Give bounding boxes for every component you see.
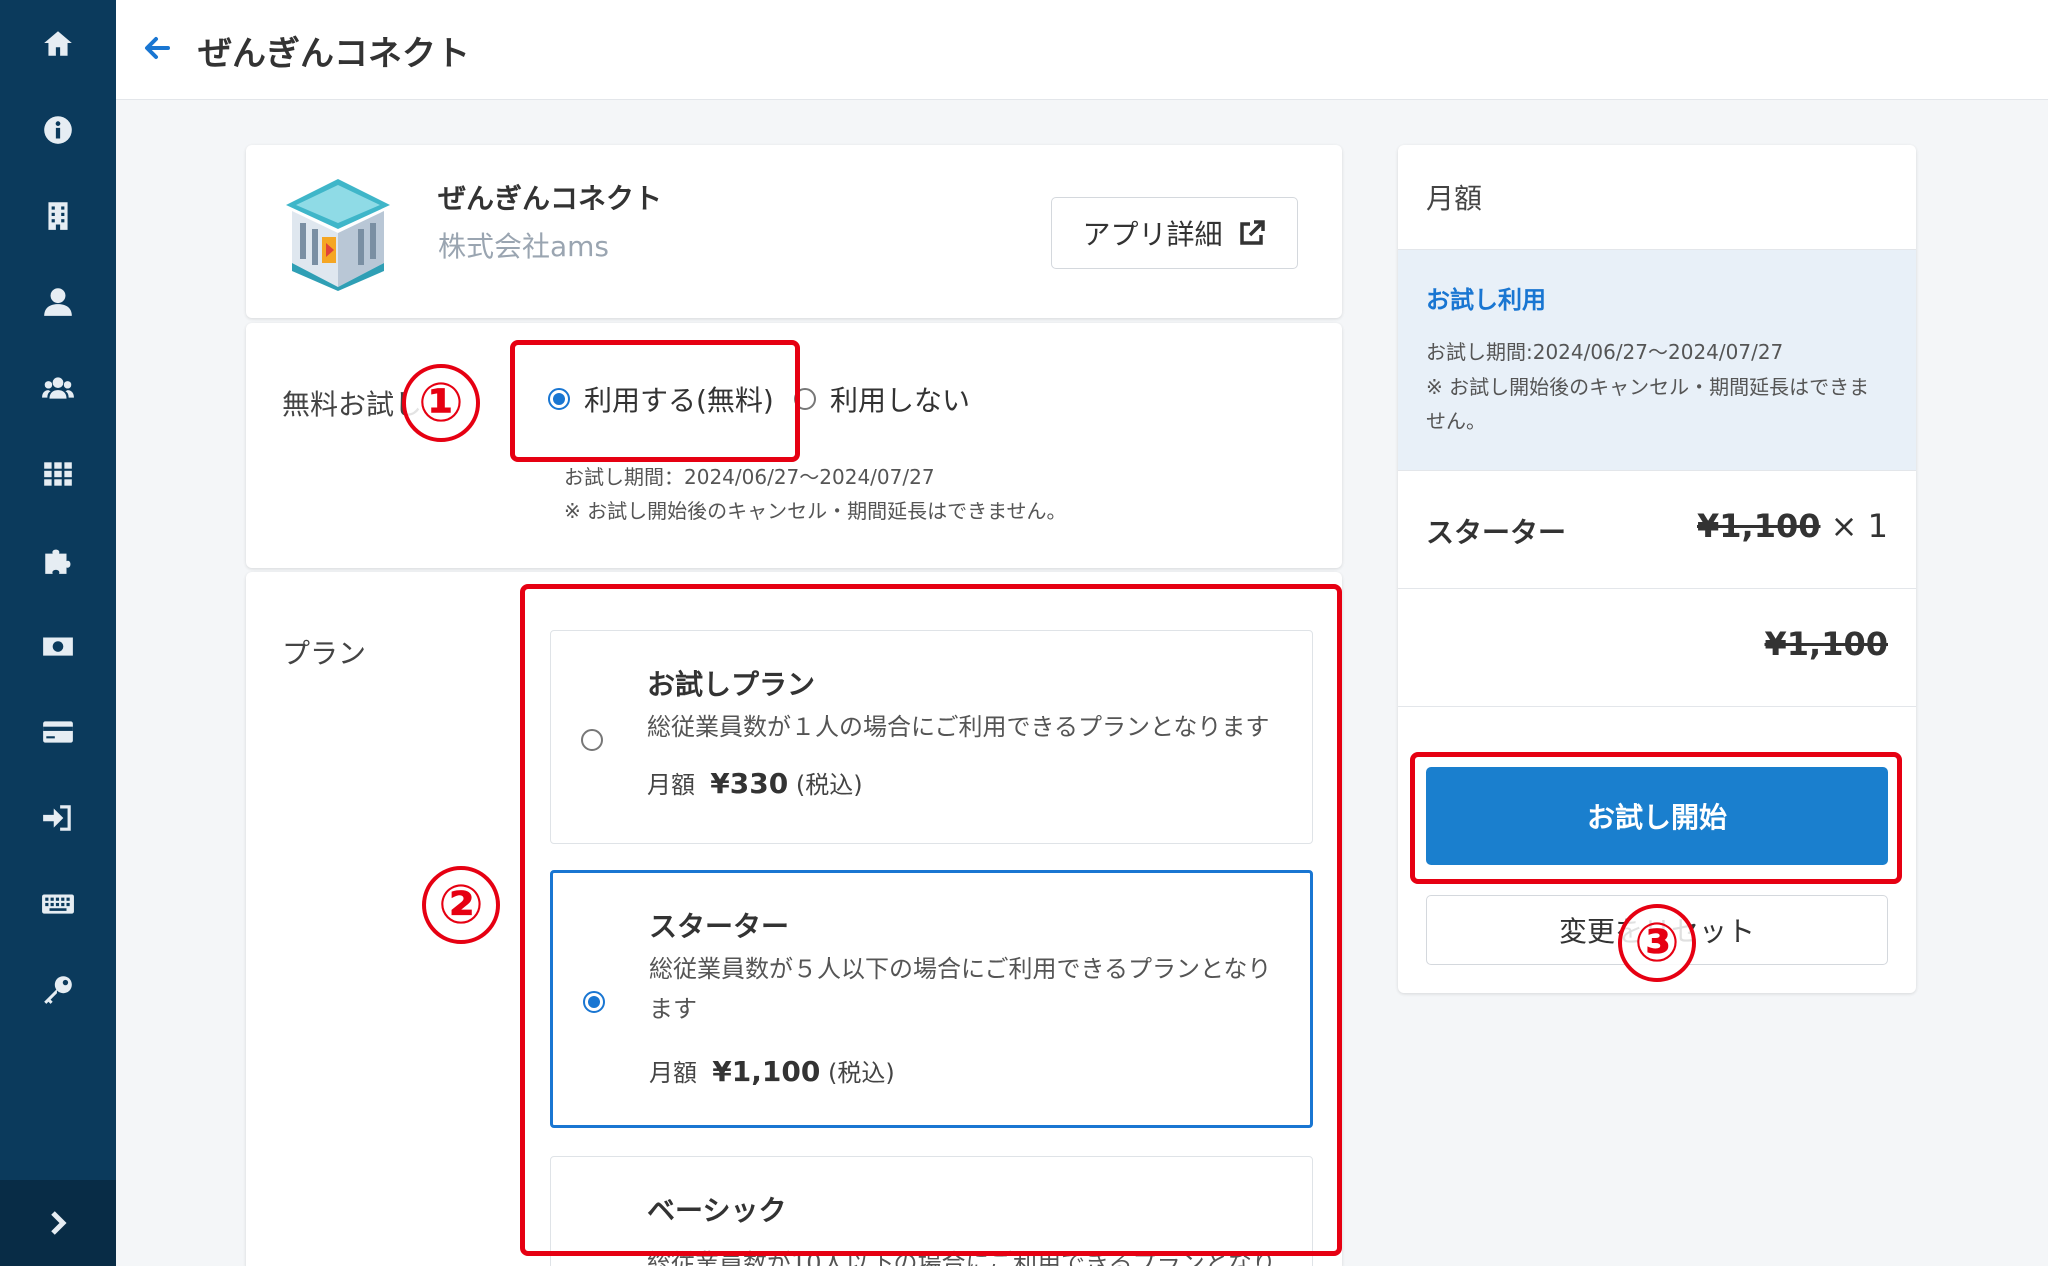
- grid-icon[interactable]: [36, 452, 80, 496]
- summary-trial-period: お試し期間:2024/06/27〜2024/07/27: [1426, 340, 1784, 364]
- puzzle-icon[interactable]: [36, 538, 80, 582]
- home-icon[interactable]: [36, 22, 80, 66]
- summary-total-value: ¥1,100: [1764, 625, 1888, 663]
- annotation-box-1: [510, 340, 800, 462]
- sidebar-expand-button[interactable]: [0, 1180, 116, 1266]
- trial-note: ※ お試し開始後のキャンセル・期間延長はできません。: [564, 499, 1067, 523]
- credit-card-icon[interactable]: [36, 710, 80, 754]
- summary-total-row: ¥1,100: [1398, 589, 1916, 707]
- chevron-right-icon: [51, 1211, 67, 1235]
- trial-option-no[interactable]: 利用しない: [794, 379, 970, 419]
- annotation-box-2: [520, 584, 1342, 1256]
- trial-option-no-label: 利用しない: [830, 384, 971, 417]
- annotation-number-2: ②: [422, 866, 500, 944]
- summary-trial-box: お試し利用 お試し期間:2024/06/27〜2024/07/27 ※ お試し開…: [1398, 249, 1916, 471]
- annotation-number-3: ③: [1618, 904, 1696, 982]
- summary-trial-title: お試し利用: [1426, 286, 1546, 314]
- user-icon[interactable]: [36, 280, 80, 324]
- sign-in-icon[interactable]: [36, 796, 80, 840]
- summary-title: 月額: [1426, 182, 1483, 215]
- keyboard-icon[interactable]: [36, 882, 80, 926]
- plan-label: プラン: [282, 637, 367, 670]
- summary-plan-qty: × 1: [1830, 507, 1888, 545]
- info-icon[interactable]: [36, 108, 80, 152]
- app-info-card: ぜんぎんコネクト 株式会社ams アプリ詳細: [246, 145, 1342, 318]
- app-detail-button[interactable]: アプリ詳細: [1051, 197, 1298, 269]
- free-trial-label: 無料お試し: [282, 388, 423, 421]
- page-header: ぜんぎんコネクト: [116, 0, 2048, 100]
- summary-plan-name: スターター: [1426, 516, 1567, 549]
- annotation-number-1: ①: [402, 364, 480, 442]
- money-icon[interactable]: [36, 624, 80, 668]
- summary-trial-note: ※ お試し開始後のキャンセル・期間延長はできません。: [1426, 375, 1870, 433]
- annotation-box-3: [1410, 752, 1902, 884]
- summary-total: ¥1,100: [1765, 625, 1888, 663]
- app-name: ぜんぎんコネクト: [438, 182, 663, 215]
- back-arrow-icon[interactable]: [138, 28, 182, 72]
- building-icon[interactable]: [36, 194, 80, 238]
- app-company: 株式会社ams: [438, 230, 610, 263]
- users-icon[interactable]: [36, 366, 80, 410]
- summary-plan-price: ¥1,100 × 1: [1697, 507, 1888, 545]
- key-icon[interactable]: [36, 968, 80, 1012]
- external-link-icon: [1239, 220, 1265, 245]
- app-detail-label: アプリ詳細: [1082, 218, 1223, 251]
- page-title: ぜんぎんコネクト: [198, 34, 470, 74]
- sidebar: [0, 0, 116, 1266]
- summary-plan-price-value: ¥1,100: [1697, 507, 1821, 545]
- bank-app-logo: [278, 171, 398, 291]
- summary-plan-row: スターター ¥1,100 × 1: [1398, 471, 1916, 589]
- trial-period: お試し期間：2024/06/27〜2024/07/27: [564, 465, 935, 489]
